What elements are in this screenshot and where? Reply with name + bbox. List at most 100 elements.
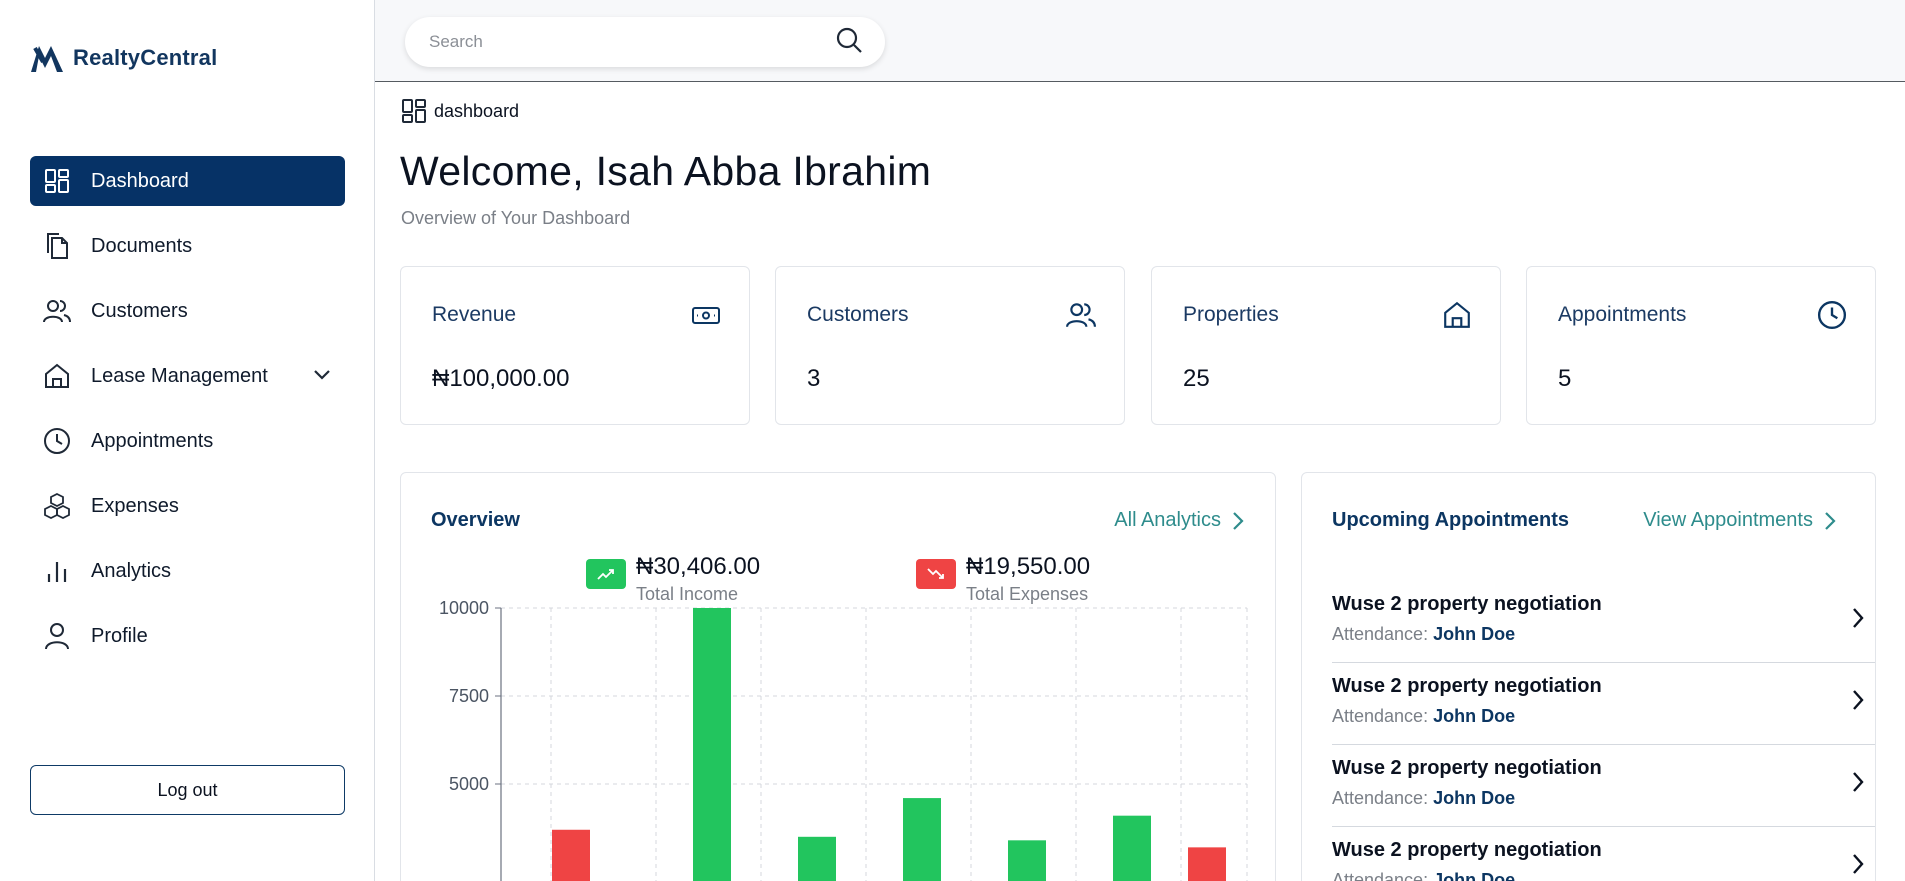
appointments-list: Wuse 2 property negotiation Attendance: … (1332, 581, 1875, 881)
view-appointments-label: View Appointments (1643, 509, 1813, 531)
income-bar (1008, 840, 1046, 881)
trending-down-icon (916, 559, 956, 589)
cash-icon (691, 300, 721, 335)
attendance-label: Attendance: (1332, 870, 1429, 881)
sidebar-item-documents[interactable]: Documents (30, 221, 345, 271)
appointment-attendance: Attendance: John Doe (1332, 624, 1875, 645)
sidebar-item-dashboard[interactable]: Dashboard (30, 156, 345, 206)
logo-text: RealtyCentral (73, 45, 218, 70)
breadcrumb: dashboard (401, 98, 519, 124)
appointments-panel: Upcoming Appointments View Appointments … (1301, 472, 1876, 881)
stat-label: Appointments (1558, 303, 1687, 326)
page-subtitle: Overview of Your Dashboard (401, 208, 631, 228)
stat-value: ₦100,000.00 (432, 365, 570, 392)
users-icon (1066, 300, 1096, 335)
sidebar-item-label: Expenses (91, 494, 179, 517)
sidebar-item-customers[interactable]: Customers (30, 286, 345, 336)
all-analytics-link[interactable]: All Analytics (1114, 509, 1245, 532)
chevron-right-icon[interactable] (1851, 771, 1865, 798)
attendee-name: John Doe (1433, 624, 1516, 644)
sidebar-item-label: Appointments (91, 429, 214, 452)
chevron-right-icon (1233, 511, 1244, 530)
logout-button[interactable]: Log out (30, 765, 345, 815)
sidebar-item-label: Lease Management (91, 364, 268, 387)
users-icon (42, 296, 72, 326)
sidebar-nav: Dashboard Documents Customers Lease Mana… (30, 156, 345, 676)
stat-label: Revenue (432, 303, 517, 326)
income-bar (798, 836, 836, 881)
stat-card-properties: Properties 25 (1151, 266, 1501, 425)
stat-card-revenue: Revenue ₦100,000.00 (400, 266, 750, 425)
stat-value: 5 (1558, 365, 1572, 392)
search-input[interactable] (429, 32, 835, 52)
attendance-label: Attendance: (1332, 624, 1429, 644)
y-tick-label: 10000 (439, 598, 489, 618)
income-bar (1113, 815, 1151, 881)
bar-chart-icon (42, 556, 72, 586)
overview-title: Overview (431, 509, 520, 531)
view-appointments-link[interactable]: View Appointments (1643, 509, 1837, 532)
main-content: dashboard Welcome, Isah Abba Ibrahim Ove… (375, 82, 1905, 881)
sidebar-item-label: Customers (91, 299, 188, 322)
attendance-label: Attendance: (1332, 788, 1429, 808)
sidebar-item-expenses[interactable]: Expenses (30, 481, 345, 531)
chevron-right-icon[interactable] (1851, 607, 1865, 634)
appointments-title: Upcoming Appointments (1332, 509, 1570, 531)
all-analytics-label: All Analytics (1114, 509, 1221, 531)
appointment-item[interactable]: Wuse 2 property negotiation Attendance: … (1332, 827, 1875, 881)
chevron-right-icon (1825, 511, 1836, 530)
attendee-name: John Doe (1433, 788, 1516, 808)
appointment-attendance: Attendance: John Doe (1332, 706, 1875, 727)
attendee-name: John Doe (1433, 706, 1516, 726)
logo-icon (31, 46, 63, 72)
appointment-item[interactable]: Wuse 2 property negotiation Attendance: … (1332, 745, 1875, 827)
chevron-right-icon[interactable] (1851, 689, 1865, 716)
income-bar (903, 798, 941, 881)
y-tick-label: 5000 (449, 774, 489, 794)
appointment-title: Wuse 2 property negotiation (1332, 839, 1602, 861)
clock-icon (42, 426, 72, 456)
overview-bar-chart: 10000 7500 5000 (439, 598, 1248, 881)
overview-panel: Overview All Analytics ₦30,406.00 Total … (400, 472, 1276, 881)
chevron-right-icon[interactable] (1851, 853, 1865, 880)
sidebar-item-lease-management[interactable]: Lease Management (30, 351, 345, 401)
user-icon (42, 621, 72, 651)
income-amount: ₦30,406.00 (636, 553, 761, 580)
expense-bar (1188, 847, 1226, 881)
app-logo[interactable]: RealtyCentral (29, 40, 217, 76)
income-bar (693, 608, 731, 881)
search-icon[interactable] (835, 26, 863, 59)
stat-value: 25 (1183, 365, 1210, 392)
appointment-attendance: Attendance: John Doe (1332, 870, 1875, 881)
sidebar-item-label: Dashboard (91, 169, 189, 192)
stat-card-appointments: Appointments 5 (1526, 266, 1876, 425)
stat-value: 3 (807, 365, 821, 392)
sidebar-item-label: Profile (91, 624, 148, 647)
chevron-down-icon[interactable] (311, 363, 333, 391)
attendee-name: John Doe (1433, 870, 1516, 881)
y-tick-label: 7500 (449, 686, 489, 706)
appointment-item[interactable]: Wuse 2 property negotiation Attendance: … (1332, 581, 1875, 663)
stat-label: Properties (1183, 303, 1279, 326)
sidebar-item-profile[interactable]: Profile (30, 611, 345, 661)
home-icon (42, 361, 72, 391)
boxes-icon (42, 491, 72, 521)
stat-card-customers: Customers 3 (775, 266, 1125, 425)
home-icon (1442, 300, 1472, 335)
sidebar-item-analytics[interactable]: Analytics (30, 546, 345, 596)
clock-icon (1817, 300, 1847, 335)
sidebar-item-appointments[interactable]: Appointments (30, 416, 345, 466)
appointment-title: Wuse 2 property negotiation (1332, 593, 1602, 615)
expense-amount: ₦19,550.00 (966, 553, 1091, 580)
appointment-title: Wuse 2 property negotiation (1332, 757, 1602, 779)
dashboard-icon (42, 166, 72, 196)
breadcrumb-label: dashboard (434, 100, 520, 121)
top-bar (375, 0, 1905, 82)
appointment-title: Wuse 2 property negotiation (1332, 675, 1602, 697)
appointment-attendance: Attendance: John Doe (1332, 788, 1875, 809)
trending-up-icon (586, 559, 626, 589)
page-title: Welcome, Isah Abba Ibrahim (400, 148, 932, 194)
attendance-label: Attendance: (1332, 706, 1429, 726)
appointment-item[interactable]: Wuse 2 property negotiation Attendance: … (1332, 663, 1875, 745)
stat-label: Customers (807, 303, 909, 326)
